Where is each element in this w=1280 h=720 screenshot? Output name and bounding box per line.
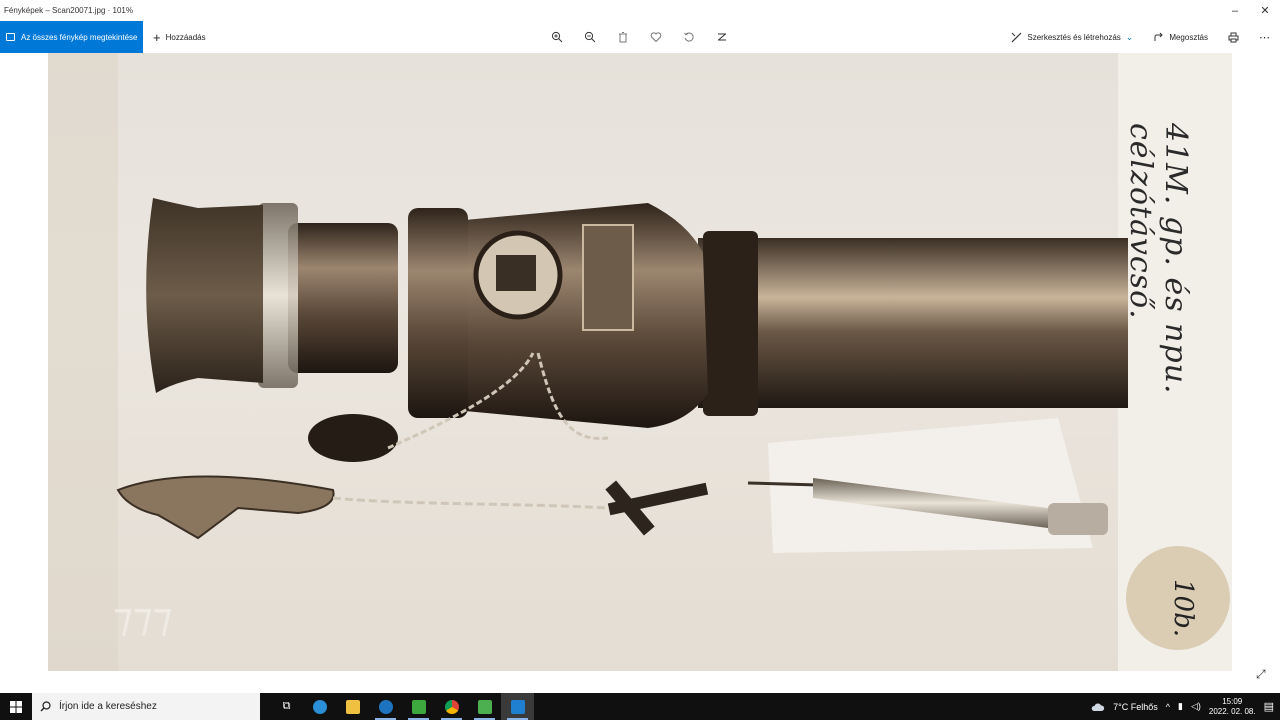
more-icon[interactable]: ⋯ [1249,21,1280,53]
edit-create-label: Szerkesztés és létrehozás [1027,32,1121,42]
app-green2-icon[interactable] [468,693,501,720]
photo-canvas[interactable]: ⁊⁊⁊ 41M. gp. és npu. célzótávcső. 10b. ⤢ [0,53,1280,693]
rotate-icon[interactable] [681,29,697,45]
delete-icon[interactable] [615,29,631,45]
right-tools: Szerkesztés és létrehozás ⌄ Megosztás ⋯ [1001,21,1280,53]
zoom-out-icon[interactable] [582,29,598,45]
toolbar: Az összes fénykép megtekintése + Hozzáad… [0,21,1280,53]
zoom-in-icon[interactable] [549,29,565,45]
share-icon [1154,32,1164,41]
weather-text[interactable]: 7°C Felhős [1113,702,1158,712]
scope-illustration: ⁊⁊⁊ [48,53,1232,671]
view-tools [549,21,730,53]
svg-text:⁊⁊⁊: ⁊⁊⁊ [113,595,173,641]
windows-logo-icon [10,700,22,713]
edit-create-button[interactable]: Szerkesztés és létrehozás ⌄ [1001,21,1143,53]
search-placeholder: Írjon ide a kereséshez [59,701,157,712]
photo-image: ⁊⁊⁊ 41M. gp. és npu. célzótávcső. 10b. [48,53,1232,671]
file-explorer-icon[interactable] [336,693,369,720]
all-photos-button[interactable]: Az összes fénykép megtekintése [0,21,143,53]
clock-date: 2022. 02. 08. [1208,706,1256,716]
network-icon[interactable]: ▮ [1178,701,1183,712]
notification-icon[interactable]: ▤ [1264,700,1274,713]
all-photos-label: Az összes fénykép megtekintése [21,32,138,42]
clock-time: 15:09 [1222,696,1243,706]
print-icon[interactable] [1218,21,1249,53]
taskbar-search[interactable]: Írjon ide a kereséshez [32,693,260,720]
add-button[interactable]: + Hozzáadás [143,31,206,44]
start-button[interactable] [0,693,32,720]
chevron-up-icon[interactable]: ^ [1166,702,1170,712]
photos-app-icon[interactable] [501,693,534,720]
share-label: Megosztás [1169,32,1208,42]
cloud-icon [1091,703,1105,711]
photo-stamp-number: 10b. [1168,579,1198,637]
volume-icon[interactable]: ◁) [1191,701,1201,712]
close-icon[interactable]: ✕ [1250,0,1280,21]
handwritten-caption: 41M. gp. és npu. célzótávcső. [1123,123,1193,395]
app-green-icon[interactable] [402,693,435,720]
clock[interactable]: 15:09 2022. 02. 08. [1209,697,1256,717]
minimize-icon[interactable]: – [1220,0,1250,21]
app-blue-icon[interactable] [369,693,402,720]
add-label: Hozzáadás [165,32,206,42]
edit-magic-icon [1011,32,1022,42]
search-icon [40,701,51,712]
window-title: Fényképek – Scan20071.jpg · 101% [4,6,133,15]
photos-icon [6,33,15,41]
crop-icon[interactable] [714,29,730,45]
title-bar: Fényképek – Scan20071.jpg · 101% – ✕ [0,0,1280,21]
task-view-icon[interactable]: ⧉ [270,693,303,720]
system-tray: 7°C Felhős ^ ▮ ◁) 15:09 2022. 02. 08. ▤ [1091,693,1280,720]
fullscreen-icon[interactable]: ⤢ [1256,667,1270,681]
taskbar: Írjon ide a kereséshez ⧉ 7°C Felhős ^ ▮ … [0,693,1280,720]
plus-icon: + [153,29,161,45]
edge-icon[interactable] [303,693,336,720]
chrome-icon[interactable] [435,693,468,720]
favorite-icon[interactable] [648,29,664,45]
chevron-down-icon: ⌄ [1125,31,1134,42]
share-button[interactable]: Megosztás [1143,21,1218,53]
taskbar-apps: ⧉ [270,693,534,720]
